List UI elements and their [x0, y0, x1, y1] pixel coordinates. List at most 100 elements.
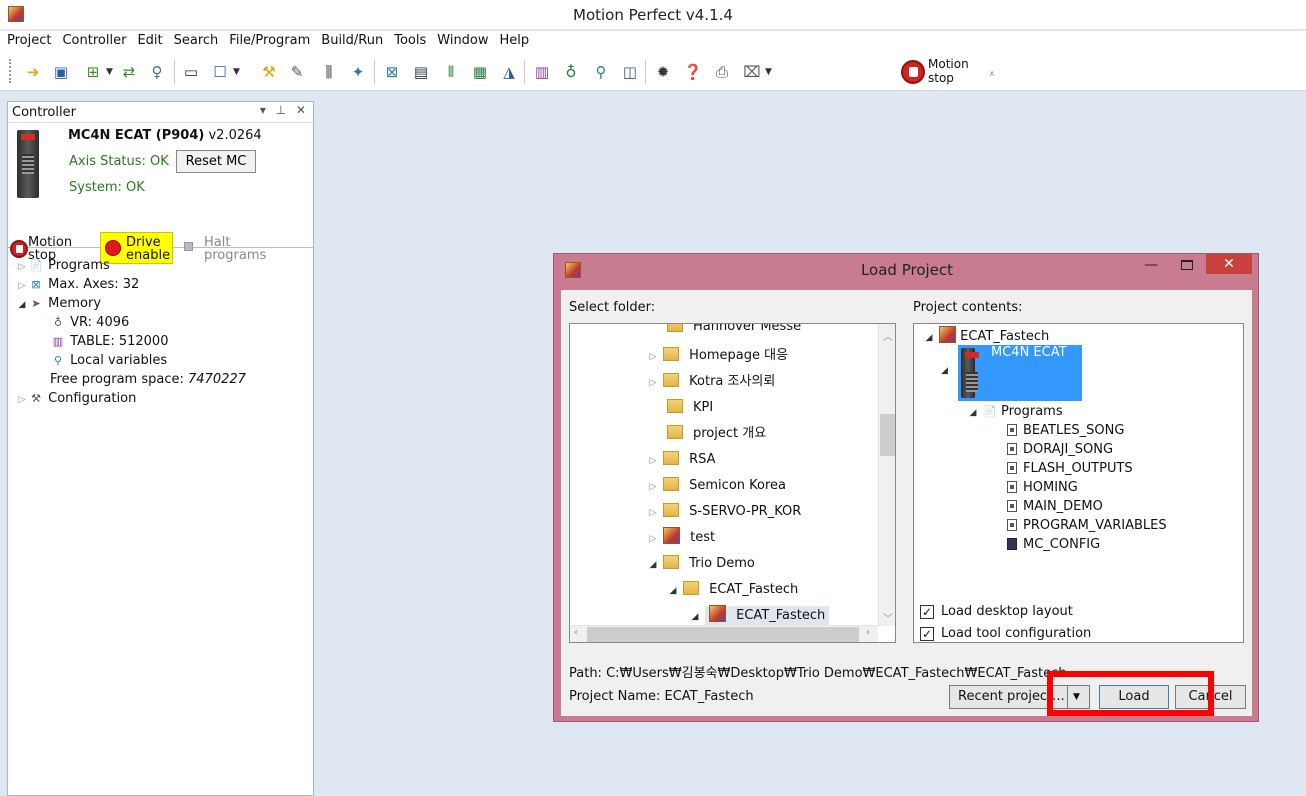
load-desktop-layout-checkbox[interactable]: ✓ [920, 605, 934, 619]
axis-icon[interactable]: ♀ [146, 61, 168, 83]
table-icon[interactable]: ▦ [469, 61, 491, 83]
folder-tree[interactable]: Hannover Messe ▷ Homepage 대응 ▷ Kotra 조사의… [569, 323, 896, 643]
folder-item[interactable]: ▷ test [647, 525, 715, 551]
folder-item[interactable]: KPI [667, 395, 713, 421]
reset-mc-button[interactable]: Reset MC [176, 150, 256, 173]
tree-item-max-axes[interactable]: ▷ ⊠ Max. Axes: 32 [16, 275, 140, 294]
project-icon [709, 605, 727, 622]
controller-status: MC4N ECAT (P904) v2.0264 Axis Status: OK… [8, 123, 313, 264]
program-item[interactable]: FLASH_OUTPUTS [1007, 459, 1133, 478]
magic-icon[interactable]: ✦ [347, 61, 369, 83]
folder-item[interactable]: ◢ Trio Demo [647, 551, 755, 577]
edit-icon[interactable]: ✎ [286, 61, 308, 83]
window-icon[interactable]: ☐ [209, 61, 231, 83]
folder-item[interactable]: ▷ RSA [647, 447, 716, 473]
halt-programs-button[interactable]: Halt programs [204, 236, 266, 262]
folder-item[interactable]: ◢ ECAT_Fastech [667, 577, 798, 603]
vr-icon[interactable]: ♁ [560, 61, 582, 83]
drive-enable-label: Drive enable [126, 235, 171, 263]
contents-controller-selected[interactable]: MC4N ECAT [958, 345, 1082, 401]
doc-icon[interactable]: ⎙ [711, 61, 733, 83]
folder-item[interactable]: ▷ Homepage 대응 [647, 343, 788, 369]
expand-icon[interactable]: ◢ [941, 362, 948, 381]
menu-project[interactable]: Project [0, 31, 55, 48]
program-item[interactable]: PROGRAM_VARIABLES [1007, 516, 1167, 535]
axis-params-icon[interactable]: ⊠ [381, 61, 403, 83]
table-icon: ▥ [52, 335, 64, 348]
maximize-icon[interactable] [1181, 260, 1193, 270]
tree-item-programs[interactable]: ▷ 📄 Programs [16, 256, 110, 275]
tree-item-configuration[interactable]: ▷ ⚒ Configuration [16, 389, 137, 408]
menu-build-run[interactable]: Build/Run [314, 31, 387, 48]
drive-enable-button[interactable]: Drive enable [100, 232, 173, 264]
scroll-down-icon: ﹀ [883, 614, 893, 625]
toolbar-overflow-icon[interactable]: ⩡ [989, 69, 995, 80]
menu-window[interactable]: Window [430, 31, 492, 48]
tree-item-memory[interactable]: ◢ ➤ Memory [16, 294, 101, 313]
menu-controller[interactable]: Controller [55, 31, 130, 48]
menu-edit[interactable]: Edit [130, 31, 166, 48]
chevron-down-icon[interactable]: ▼ [233, 67, 240, 77]
program-item[interactable]: MAIN_DEMO [1007, 497, 1103, 516]
axis-status: Axis Status: OK [69, 154, 169, 169]
tools-icon: ⚒ [31, 392, 41, 405]
panel-icon[interactable]: ◫ [619, 61, 641, 83]
chevron-down-icon[interactable]: ▼ [106, 67, 113, 77]
menu-file-program[interactable]: File/Program [222, 31, 314, 48]
panel-header: Controller ▾ ⊥ ✕ [8, 102, 313, 123]
folder-icon [683, 581, 700, 595]
save-icon[interactable]: ▣ [50, 61, 72, 83]
contents-programs[interactable]: ◢ 📄 Programs [967, 402, 1063, 421]
minimize-icon[interactable]: — [1144, 257, 1158, 273]
program-item[interactable]: MC_CONFIG [1007, 535, 1100, 554]
separator [524, 60, 525, 84]
connect-icon[interactable]: ➜ [22, 61, 44, 83]
gear-icon[interactable]: ✹ [652, 61, 674, 83]
network-icon[interactable]: ⊞ [82, 61, 104, 83]
panel-title: Controller [12, 105, 76, 120]
graph-icon[interactable]: ◮ [498, 61, 520, 83]
scope-icon[interactable]: ▤ [410, 61, 432, 83]
menu-search[interactable]: Search [167, 31, 223, 48]
close-icon[interactable]: ✕ [1206, 254, 1252, 274]
help-icon[interactable]: ❓ [682, 61, 704, 83]
highlight-box [1047, 671, 1214, 716]
bars-icon[interactable]: ⫼ [318, 61, 340, 83]
iec-icon[interactable]: ⌧ [741, 61, 763, 83]
folder-horizontal-scrollbar[interactable]: ‹ › [570, 625, 878, 642]
variables-icon[interactable]: ⚲ [590, 61, 612, 83]
program-item[interactable]: HOMING [1007, 478, 1078, 497]
io-icon[interactable]: ⫴ [440, 61, 462, 83]
load-tool-config-checkbox[interactable]: ✓ [920, 627, 934, 641]
motion-stop-button[interactable]: Motion stop [928, 57, 969, 85]
file-icon [1007, 500, 1017, 512]
menu-tools[interactable]: Tools [387, 31, 430, 48]
scroll-thumb[interactable] [587, 627, 859, 642]
program-item[interactable]: DORAJI_SONG [1007, 440, 1113, 459]
motion-stop-icon[interactable] [901, 60, 925, 84]
sync-icon[interactable]: ⇄ [118, 61, 140, 83]
folder-item[interactable]: ▷ Kotra 조사의뢰 [647, 369, 775, 395]
folder-item[interactable]: project 개요 [667, 421, 766, 447]
contents-root[interactable]: ◢ ECAT_Fastech [923, 326, 1049, 345]
table-view-icon[interactable]: ▥ [531, 61, 553, 83]
chevron-down-icon[interactable]: ▼ [765, 67, 772, 77]
tools-icon[interactable]: ⚒ [258, 61, 280, 83]
menu-help[interactable]: Help [493, 31, 534, 48]
panel-controls[interactable]: ▾ ⊥ ✕ [260, 103, 309, 117]
folder-item[interactable]: ▷ S-SERVO-PR_KOR [647, 499, 801, 525]
project-name-label: Project Name: ECAT_Fastech [569, 689, 754, 704]
tree-item-local-variables[interactable]: ⚲ Local variables [50, 351, 167, 370]
scroll-thumb[interactable] [880, 414, 895, 456]
folder-icon [663, 555, 680, 569]
program-item[interactable]: BEATLES_SONG [1007, 421, 1124, 440]
tree-item-vr[interactable]: ♁ VR: 4096 [50, 313, 129, 332]
toolbar-grip[interactable] [9, 59, 12, 83]
terminal-icon[interactable]: ▭ [180, 61, 202, 83]
controller-device-icon [961, 348, 979, 398]
folder-item[interactable]: Hannover Messe [667, 324, 801, 340]
tree-item-table[interactable]: ▥ TABLE: 512000 [50, 332, 169, 351]
project-contents-tree[interactable]: ◢ ECAT_Fastech ◢ MC4N ECAT ◢ 📄 Programs … [913, 323, 1244, 643]
folder-vertical-scrollbar[interactable]: ︿ ﹀ [878, 324, 895, 626]
folder-item[interactable]: ▷ Semicon Korea [647, 473, 786, 499]
